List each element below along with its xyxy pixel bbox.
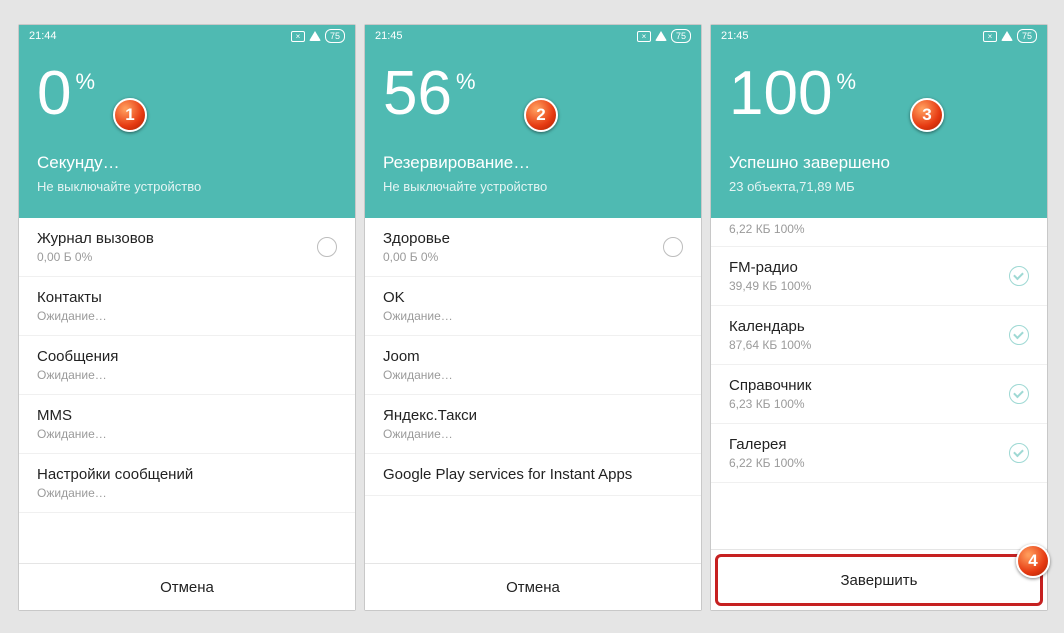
item-title: Сообщения	[37, 348, 118, 365]
item-list[interactable]: Журнал вызовов 0,00 Б 0% Контакты Ожидание……	[19, 218, 355, 513]
phone-screen-1: 21:44 × 75 0% Секунду… Не выключайте устройст…	[18, 24, 356, 611]
item-subtitle: Ожидание…	[383, 427, 477, 441]
item-title: Календарь	[729, 318, 811, 335]
callout-badge: 3	[910, 98, 944, 132]
header-subtitle: Не выключайте устройство	[37, 179, 337, 194]
item-title: MMS	[37, 407, 107, 424]
header-title: Успешно завершено	[729, 153, 1029, 173]
item-subtitle: Ожидание…	[37, 427, 107, 441]
percent-sign: %	[836, 69, 856, 95]
item-subtitle: Ожидание…	[37, 368, 118, 382]
radio-unchecked-icon	[317, 237, 337, 257]
list-item: OK Ожидание…	[365, 277, 701, 336]
progress-header: 100% Успешно завершено 23 объекта,71,89 МБ	[711, 47, 1047, 218]
status-bar: 21:44 × 75	[19, 25, 355, 47]
status-time: 21:44	[29, 30, 57, 42]
item-subtitle: Ожидание…	[383, 309, 453, 323]
wifi-icon	[1001, 31, 1013, 41]
list-item: Настройки сообщений Ожидание…	[19, 454, 355, 513]
status-right: × 75	[291, 29, 345, 43]
item-title: Joom	[383, 348, 453, 365]
percent-sign: %	[75, 69, 95, 95]
item-title: Справочник	[729, 377, 812, 394]
battery-icon: 75	[671, 29, 691, 43]
check-done-icon	[1009, 266, 1029, 286]
status-bar: 21:45 × 75	[365, 25, 701, 47]
item-title: OK	[383, 289, 453, 306]
percent-sign: %	[456, 69, 476, 95]
no-sim-icon: ×	[983, 31, 997, 42]
list-item: Здоровье 0,00 Б 0%	[365, 218, 701, 277]
footer-bar: Отмена	[19, 563, 355, 610]
list-item: Сообщения Ожидание…	[19, 336, 355, 395]
callout-badge: 1	[113, 98, 147, 132]
list-item: Календарь 87,64 КБ 100%	[711, 306, 1047, 365]
item-subtitle: 0,00 Б 0%	[383, 250, 450, 264]
progress-header: 56% Резервирование… Не выключайте устройст…	[365, 47, 701, 218]
cancel-button[interactable]: Отмена	[365, 564, 701, 610]
item-subtitle: Ожидание…	[383, 368, 453, 382]
item-subtitle: Ожидание…	[37, 486, 193, 500]
header-subtitle: 23 объекта,71,89 МБ	[729, 179, 1029, 194]
list-item: FM-радио 39,49 КБ 100%	[711, 247, 1047, 306]
item-subtitle: 6,23 КБ 100%	[729, 397, 812, 411]
radio-unchecked-icon	[663, 237, 683, 257]
item-subtitle: 6,22 КБ 100%	[729, 222, 1029, 236]
check-done-icon	[1009, 325, 1029, 345]
item-list[interactable]: Здоровье 0,00 Б 0% OK Ожидание… Joom Ожидание…	[365, 218, 701, 496]
header-title: Секунду…	[37, 153, 337, 173]
item-title: Галерея	[729, 436, 805, 453]
status-right: × 75	[637, 29, 691, 43]
list-item: MMS Ожидание…	[19, 395, 355, 454]
callout-badge: 4	[1016, 544, 1050, 578]
battery-icon: 75	[1017, 29, 1037, 43]
wifi-icon	[309, 31, 321, 41]
item-title: Настройки сообщений	[37, 466, 193, 483]
item-title: Здоровье	[383, 230, 450, 247]
callout-badge: 2	[524, 98, 558, 132]
progress-percent-value: 56	[383, 63, 452, 125]
item-subtitle: 6,22 КБ 100%	[729, 456, 805, 470]
header-subtitle: Не выключайте устройство	[383, 179, 683, 194]
no-sim-icon: ×	[291, 31, 305, 42]
list-item: Google Play services for Instant Apps	[365, 454, 701, 496]
item-title: Контакты	[37, 289, 107, 306]
status-time: 21:45	[721, 30, 749, 42]
item-subtitle: 87,64 КБ 100%	[729, 338, 811, 352]
list-item: Контакты Ожидание…	[19, 277, 355, 336]
check-done-icon	[1009, 384, 1029, 404]
item-subtitle: 39,49 КБ 100%	[729, 279, 811, 293]
item-title: Google Play services for Instant Apps	[383, 466, 632, 483]
cancel-button[interactable]: Отмена	[19, 564, 355, 610]
item-title: Журнал вызовов	[37, 230, 154, 247]
finish-button[interactable]: Завершить	[715, 554, 1043, 606]
item-list[interactable]: 6,22 КБ 100% FM-радио 39,49 КБ 100% Календа…	[711, 218, 1047, 483]
progress-percent-value: 100	[729, 63, 832, 125]
list-item-partial: 6,22 КБ 100%	[711, 218, 1047, 247]
list-item: Joom Ожидание…	[365, 336, 701, 395]
item-title: FM-радио	[729, 259, 811, 276]
list-item: Яндекс.Такси Ожидание…	[365, 395, 701, 454]
no-sim-icon: ×	[637, 31, 651, 42]
header-title: Резервирование…	[383, 153, 683, 173]
wifi-icon	[655, 31, 667, 41]
status-right: × 75	[983, 29, 1037, 43]
battery-icon: 75	[325, 29, 345, 43]
footer-bar: Завершить	[711, 549, 1047, 610]
list-item: Журнал вызовов 0,00 Б 0%	[19, 218, 355, 277]
footer-bar: Отмена	[365, 563, 701, 610]
item-subtitle: Ожидание…	[37, 309, 107, 323]
item-title: Яндекс.Такси	[383, 407, 477, 424]
check-done-icon	[1009, 443, 1029, 463]
progress-header: 0% Секунду… Не выключайте устройство	[19, 47, 355, 218]
item-subtitle: 0,00 Б 0%	[37, 250, 154, 264]
progress-percent-value: 0	[37, 63, 71, 125]
list-item: Справочник 6,23 КБ 100%	[711, 365, 1047, 424]
phone-screen-3: 21:45 × 75 100% Успешно завершено 23 объекта,…	[710, 24, 1048, 611]
status-time: 21:45	[375, 30, 403, 42]
list-item: Галерея 6,22 КБ 100%	[711, 424, 1047, 483]
status-bar: 21:45 × 75	[711, 25, 1047, 47]
